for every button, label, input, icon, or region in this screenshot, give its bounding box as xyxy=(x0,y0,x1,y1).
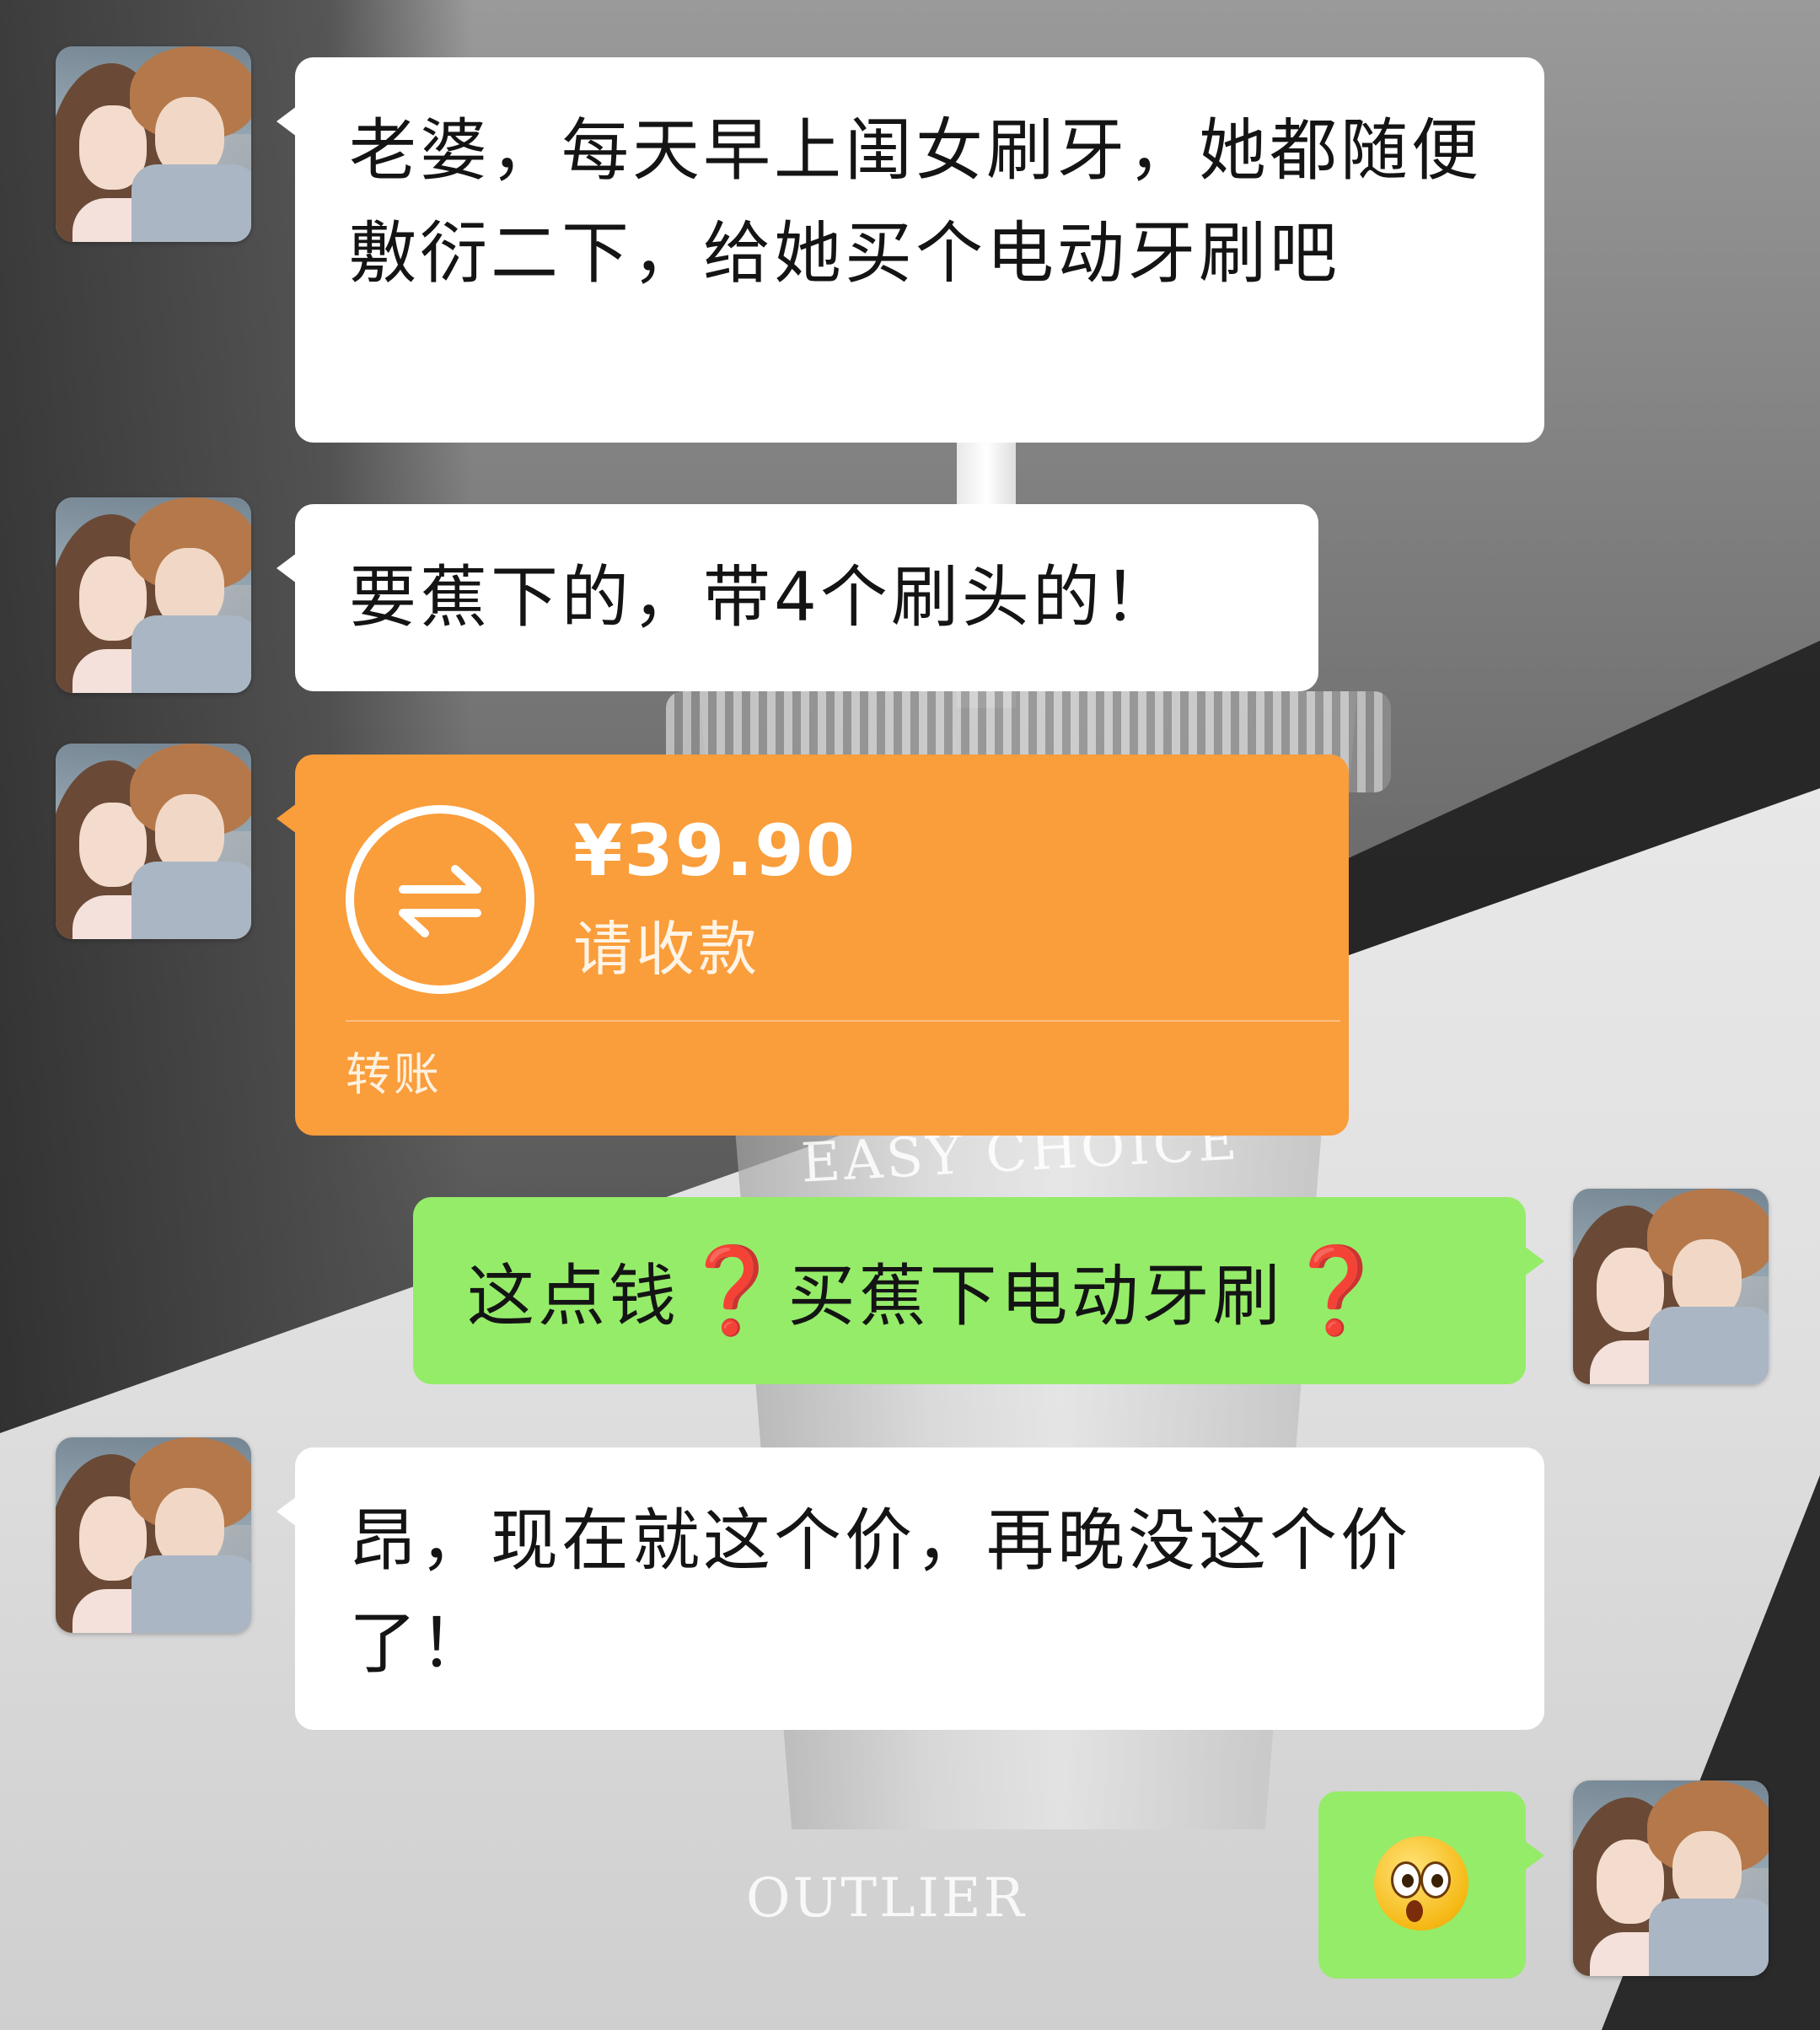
contact-avatar[interactable] xyxy=(56,744,251,939)
contact-avatar[interactable] xyxy=(56,497,251,693)
transfer-label: 转账 xyxy=(346,1048,442,1101)
transfer-amount: ¥39.90 xyxy=(573,809,857,892)
transfer-arrows-icon xyxy=(346,805,534,994)
divider xyxy=(346,1020,1340,1022)
message-text: 要蕉下的，带4个刷头的！ xyxy=(349,558,1174,636)
message-bubble[interactable]: 要蕉下的，带4个刷头的！ xyxy=(276,504,1318,691)
my-avatar[interactable] xyxy=(1573,1189,1769,1384)
transfer-status: 请收款 xyxy=(573,915,760,984)
question-mark-emoji: ❓ xyxy=(679,1241,788,1340)
question-mark-emoji: ❓ xyxy=(1283,1241,1393,1340)
message-bubble[interactable]: 老婆，每天早上闺女刷牙，她都随便敷衍二下，给她买个电动牙刷吧 xyxy=(276,57,1544,443)
message-bubble[interactable]: 昂，现在就这个价，再晚没这个价了！ xyxy=(276,1447,1544,1730)
message-text: 老婆，每天早上闺女刷牙，她都随便敷衍二下，给她买个电动牙刷吧 xyxy=(349,111,1482,293)
message-text: 这点钱❓买蕉下电动牙刷❓ xyxy=(467,1241,1393,1340)
contact-avatar[interactable] xyxy=(56,46,251,242)
my-avatar[interactable] xyxy=(1573,1780,1769,1976)
contact-avatar[interactable] xyxy=(56,1437,251,1633)
surprised-face-icon xyxy=(1374,1836,1468,1931)
message-text: 昂，现在就这个价，再晚没这个价了！ xyxy=(349,1501,1411,1683)
message-bubble[interactable]: 这点钱❓买蕉下电动牙刷❓ xyxy=(413,1197,1544,1384)
watermark: OUTLIER xyxy=(746,1867,1027,1930)
